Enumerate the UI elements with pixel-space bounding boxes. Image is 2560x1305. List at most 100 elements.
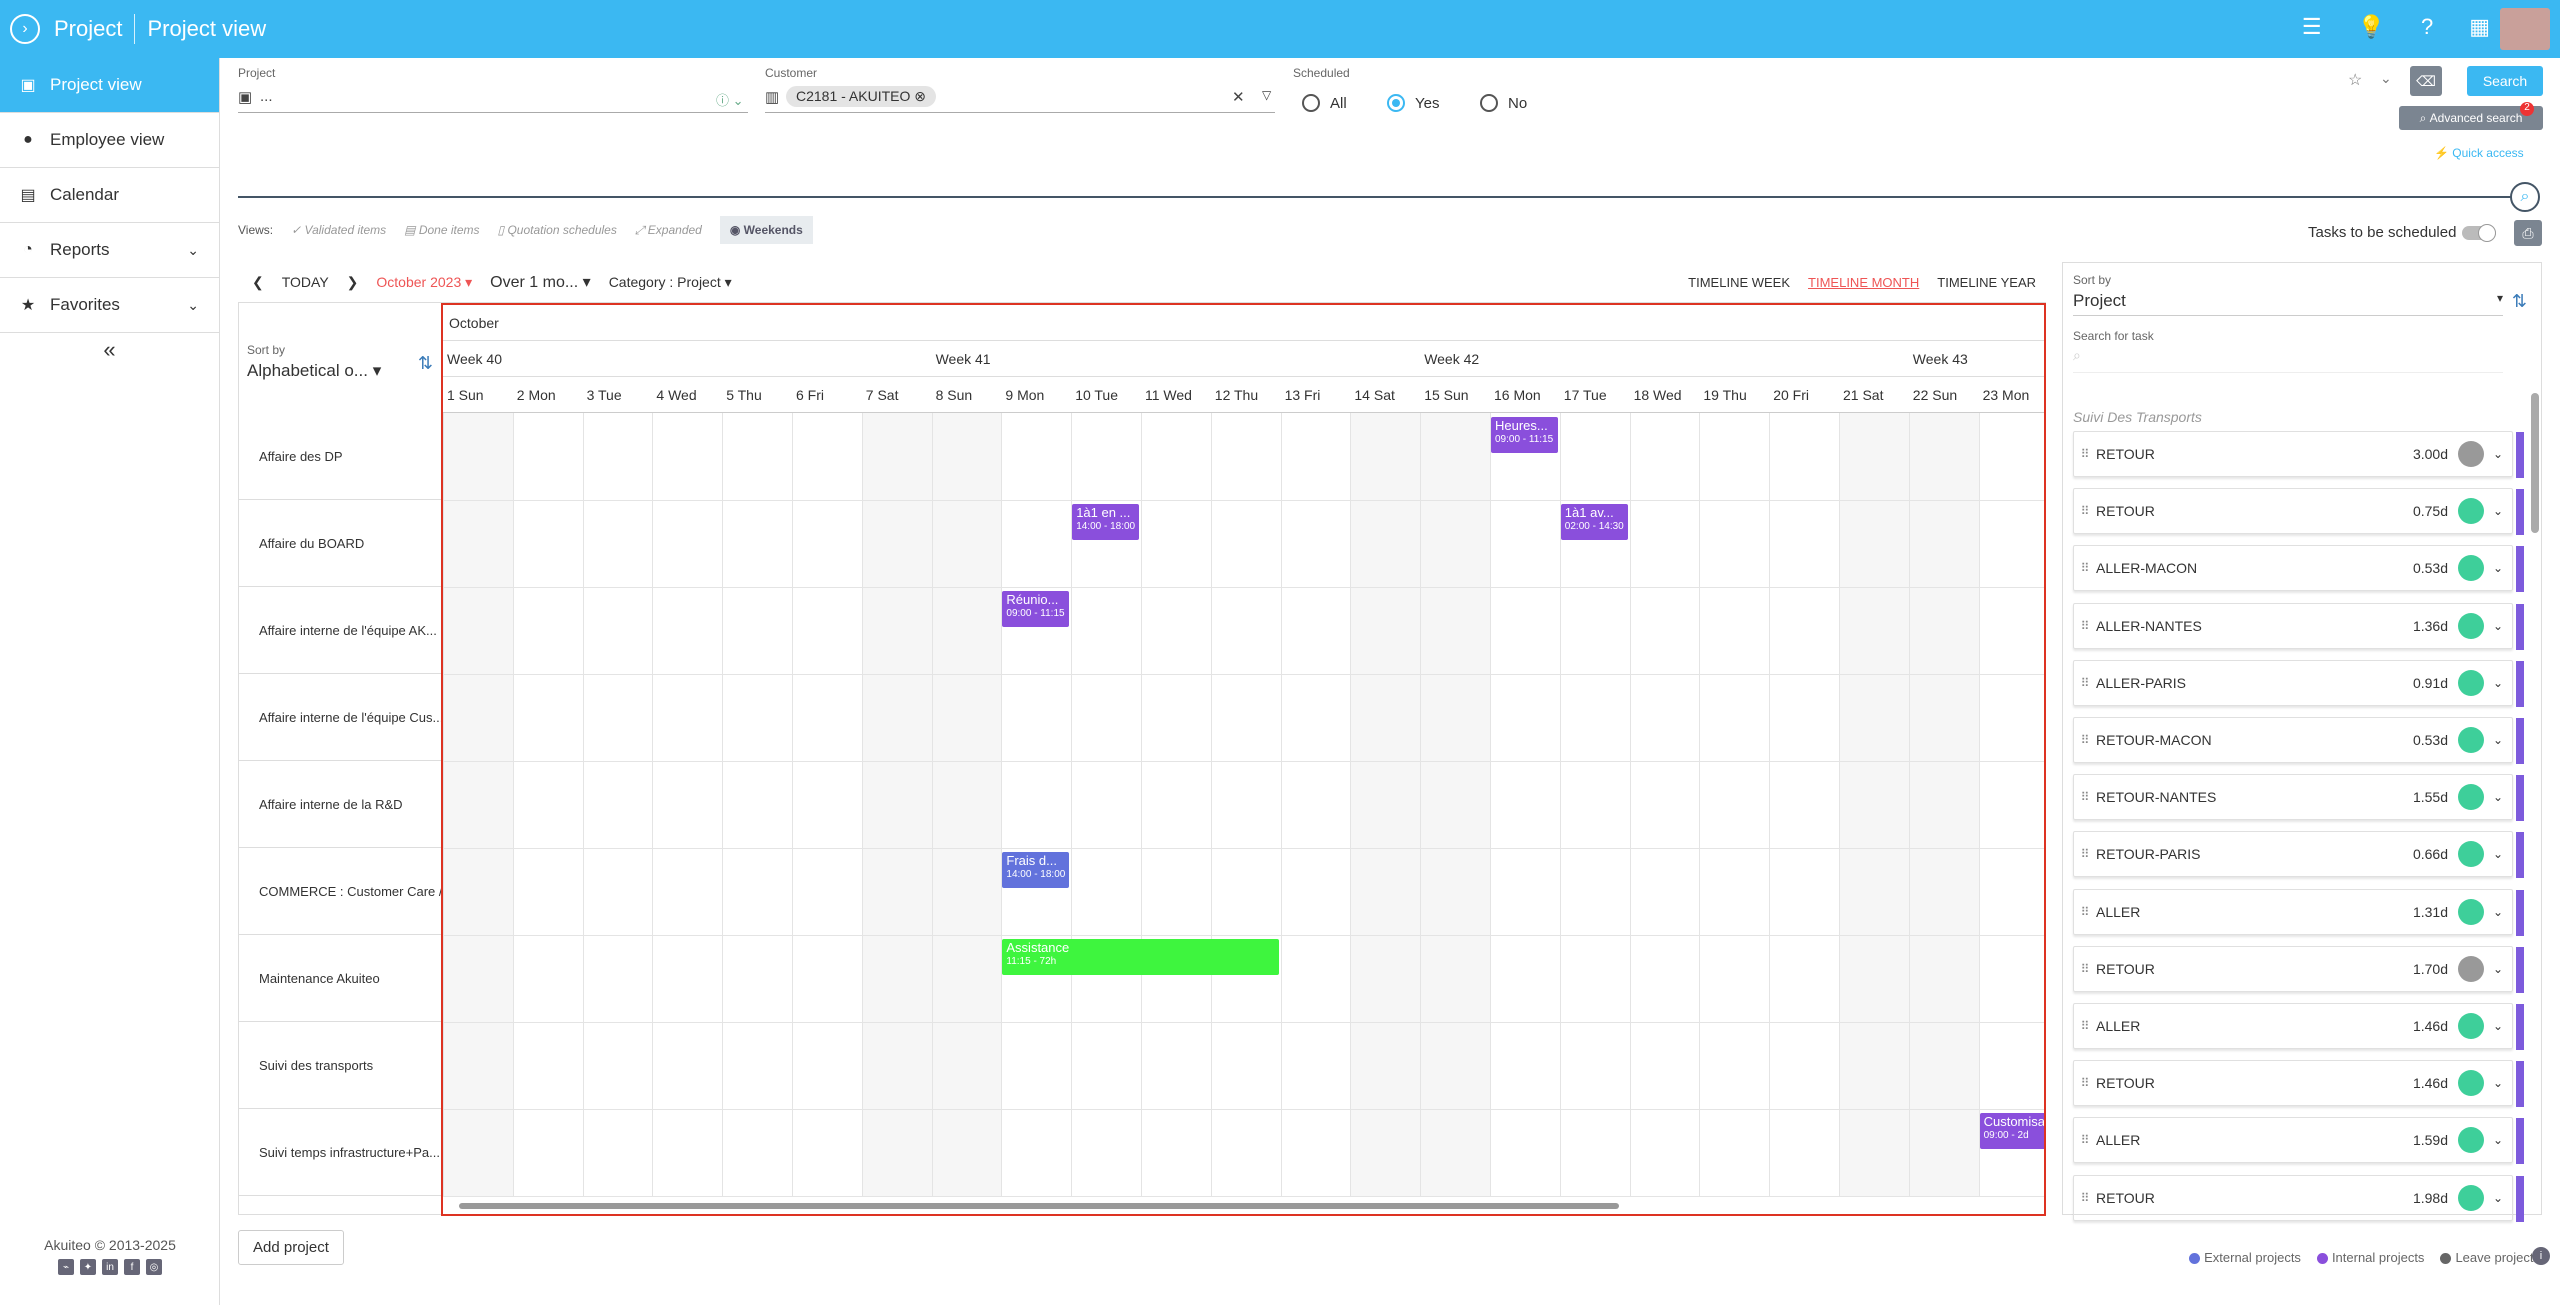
chevron-down-icon[interactable]: ⌄ bbox=[2484, 733, 2512, 747]
task-item[interactable]: ⠿ RETOUR 1.98d ⌄ bbox=[2073, 1174, 2524, 1222]
chevron-down-icon[interactable]: ⌄ bbox=[2484, 1076, 2512, 1090]
view-done-items[interactable]: ▤ Done items bbox=[404, 223, 479, 237]
chevron-down-icon[interactable]: ⌄ bbox=[2484, 447, 2512, 461]
drag-handle-icon[interactable]: ⠿ bbox=[2074, 1191, 2096, 1205]
eraser-button[interactable]: ⌫ bbox=[2410, 66, 2442, 96]
linkedin-icon[interactable]: in bbox=[102, 1259, 118, 1275]
help-icon[interactable]: ? bbox=[2421, 14, 2433, 40]
drag-handle-icon[interactable]: ⠿ bbox=[2074, 962, 2096, 976]
chevron-down-icon[interactable]: ⌄ bbox=[2484, 1019, 2512, 1033]
chevron-down-icon[interactable]: ⌄ bbox=[2484, 619, 2512, 633]
sidebar-item-project-view[interactable]: ▣ Project view bbox=[0, 58, 219, 113]
chevron-down-icon[interactable]: ⌄ bbox=[2484, 790, 2512, 804]
schedule-event[interactable]: 1à1 av... 02:00 - 14:30 bbox=[1560, 504, 1628, 540]
sort-direction-icon[interactable]: ⇅ bbox=[418, 353, 433, 374]
task-item[interactable]: ⠿ RETOUR 3.00d ⌄ bbox=[2073, 431, 2524, 478]
chevron-down-icon[interactable]: ⌄ bbox=[2484, 905, 2512, 919]
drag-handle-icon[interactable]: ⠿ bbox=[2074, 619, 2096, 633]
view-validated-items[interactable]: ✓ Validated items bbox=[291, 223, 386, 237]
horizontal-scrollbar[interactable] bbox=[447, 1202, 2037, 1210]
chevron-down-icon[interactable]: ⌄ bbox=[2484, 676, 2512, 690]
view-quotation-schedules[interactable]: ▯ Quotation schedules bbox=[498, 223, 617, 237]
chevron-down-icon[interactable]: ⌄ bbox=[2484, 847, 2512, 861]
info-icon[interactable]: i bbox=[2532, 1247, 2550, 1265]
task-item[interactable]: ⠿ RETOUR 1.70d ⌄ bbox=[2073, 945, 2524, 993]
today-button[interactable]: TODAY bbox=[282, 274, 329, 290]
drag-handle-icon[interactable]: ⠿ bbox=[2074, 561, 2096, 575]
drag-handle-icon[interactable]: ⠿ bbox=[2074, 447, 2096, 461]
range-select[interactable]: Over 1 mo... ▾ bbox=[490, 272, 591, 292]
scrollbar-thumb[interactable] bbox=[459, 1203, 1619, 1209]
chevron-down-icon[interactable]: ▽ bbox=[1262, 88, 1271, 102]
chevron-down-icon[interactable]: ⌄ bbox=[2484, 1133, 2512, 1147]
tasks-sort-select[interactable]: Project ▾ bbox=[2073, 291, 2503, 316]
category-select[interactable]: Category : Project ▾ bbox=[609, 274, 732, 291]
drag-handle-icon[interactable]: ⠿ bbox=[2074, 790, 2096, 804]
drag-handle-icon[interactable]: ⠿ bbox=[2074, 733, 2096, 747]
task-item[interactable]: ⠿ ALLER-NANTES 1.36d ⌄ bbox=[2073, 602, 2524, 650]
prev-icon[interactable]: ❮ bbox=[252, 274, 264, 291]
task-item[interactable]: ⠿ RETOUR-NANTES 1.55d ⌄ bbox=[2073, 774, 2524, 822]
task-item[interactable]: ⠿ RETOUR 1.46d ⌄ bbox=[2073, 1060, 2524, 1108]
search-button[interactable]: Search bbox=[2467, 66, 2543, 96]
timeline-year-tab[interactable]: TIMELINE YEAR bbox=[1937, 275, 2036, 290]
view-expanded[interactable]: ⤢ Expanded bbox=[635, 223, 702, 238]
facebook-icon[interactable]: f bbox=[124, 1259, 140, 1275]
project-filter-input[interactable]: ... bbox=[260, 88, 273, 105]
schedule-event[interactable]: 1à1 en ... 14:00 - 18:00 bbox=[1072, 504, 1139, 540]
task-item[interactable]: ⠿ ALLER-MACON 0.53d ⌄ bbox=[2073, 545, 2524, 593]
add-project-button[interactable]: Add project bbox=[238, 1230, 344, 1265]
task-item[interactable]: ⠿ ALLER 1.46d ⌄ bbox=[2073, 1003, 2524, 1050]
customer-chip[interactable]: C2181 - AKUITEO ⊗ bbox=[786, 86, 937, 107]
scrollbar-thumb[interactable] bbox=[2531, 393, 2539, 533]
vertical-scrollbar[interactable] bbox=[2531, 383, 2539, 1203]
task-item[interactable]: ⠿ ALLER 1.31d ⌄ bbox=[2073, 888, 2524, 936]
quick-access-link[interactable]: ⚡ Quick access bbox=[2434, 146, 2524, 160]
avatar[interactable] bbox=[2500, 8, 2550, 50]
app-logo-icon[interactable]: › bbox=[10, 14, 40, 44]
star-outline-icon[interactable]: ☆ bbox=[2348, 70, 2362, 90]
drag-handle-icon[interactable]: ⠿ bbox=[2074, 1019, 2096, 1033]
scheduled-no-radio[interactable]: No bbox=[1480, 94, 1527, 112]
settings-sliders-icon[interactable]: ☰ bbox=[2302, 14, 2322, 40]
schedule-event[interactable]: Heures... 09:00 - 11:15 bbox=[1491, 417, 1558, 453]
task-item[interactable]: ⠿ RETOUR-PARIS 0.66d ⌄ bbox=[2073, 831, 2524, 879]
collapse-sidebar-icon[interactable]: « bbox=[0, 337, 219, 363]
toggle-switch[interactable] bbox=[2462, 223, 2497, 242]
drag-handle-icon[interactable]: ⠿ bbox=[2074, 504, 2096, 518]
remove-chip-icon[interactable]: ⊗ bbox=[914, 88, 926, 104]
drag-handle-icon[interactable]: ⠿ bbox=[2074, 847, 2096, 861]
schedule-event[interactable]: Réunio... 09:00 - 11:15 bbox=[1002, 591, 1070, 627]
drag-handle-icon[interactable]: ⠿ bbox=[2074, 1076, 2096, 1090]
sidebar-item-reports[interactable]: ◔ Reports ⌄ bbox=[0, 223, 219, 278]
timeline-cells[interactable]: Heures... 09:00 - 11:15 1à1 en ... 14:00 - … bbox=[443, 413, 2044, 1197]
chevron-down-icon[interactable]: ⌄ bbox=[2484, 1191, 2512, 1205]
bluesky-icon[interactable]: ✦ bbox=[80, 1259, 96, 1275]
task-item[interactable]: ⠿ RETOUR 0.75d ⌄ bbox=[2073, 488, 2524, 536]
timeline-week-tab[interactable]: TIMELINE WEEK bbox=[1688, 275, 1790, 290]
task-item[interactable]: ⠿ ALLER-PARIS 0.91d ⌄ bbox=[2073, 659, 2524, 707]
drag-handle-icon[interactable]: ⠿ bbox=[2074, 676, 2096, 690]
print-button[interactable]: ⎙ bbox=[2514, 220, 2542, 246]
lightbulb-icon[interactable]: 💡 bbox=[2358, 14, 2385, 40]
clear-icon[interactable]: ✕ bbox=[1232, 88, 1245, 106]
timeline-month-tab[interactable]: TIMELINE MONTH bbox=[1808, 275, 1919, 290]
schedule-event[interactable]: Frais d... 14:00 - 18:00 bbox=[1002, 852, 1070, 888]
sort-select[interactable]: Alphabetical o... ▾ bbox=[247, 361, 433, 381]
chevron-down-icon[interactable]: ⌄ bbox=[2380, 70, 2392, 87]
schedule-event[interactable]: Customisa...09:00 - 2d bbox=[1979, 1113, 2044, 1149]
instagram-icon[interactable]: ◎ bbox=[146, 1259, 162, 1275]
chevron-down-icon[interactable]: ⌄ bbox=[2484, 504, 2512, 518]
schedule-event[interactable]: Assistance 11:15 - 72h bbox=[1002, 939, 1279, 975]
info-icon[interactable]: ⓘ ⌄ bbox=[716, 90, 744, 109]
sort-direction-icon[interactable]: ⇅ bbox=[2512, 291, 2527, 312]
sidebar-item-employee-view[interactable]: ● Employee view bbox=[0, 113, 219, 168]
task-item[interactable]: ⠿ RETOUR-MACON 0.53d ⌄ bbox=[2073, 717, 2524, 764]
chart-icon[interactable]: ⌁ bbox=[58, 1259, 74, 1275]
zoom-toggle-icon[interactable]: ⌕ bbox=[2510, 182, 2540, 212]
chevron-down-icon[interactable]: ⌄ bbox=[2484, 561, 2512, 575]
next-icon[interactable]: ❯ bbox=[347, 274, 359, 291]
drag-handle-icon[interactable]: ⠿ bbox=[2074, 1133, 2096, 1147]
sidebar-item-calendar[interactable]: ▤ Calendar bbox=[0, 168, 219, 223]
sidebar-item-favorites[interactable]: ★ Favorites ⌄ bbox=[0, 278, 219, 333]
